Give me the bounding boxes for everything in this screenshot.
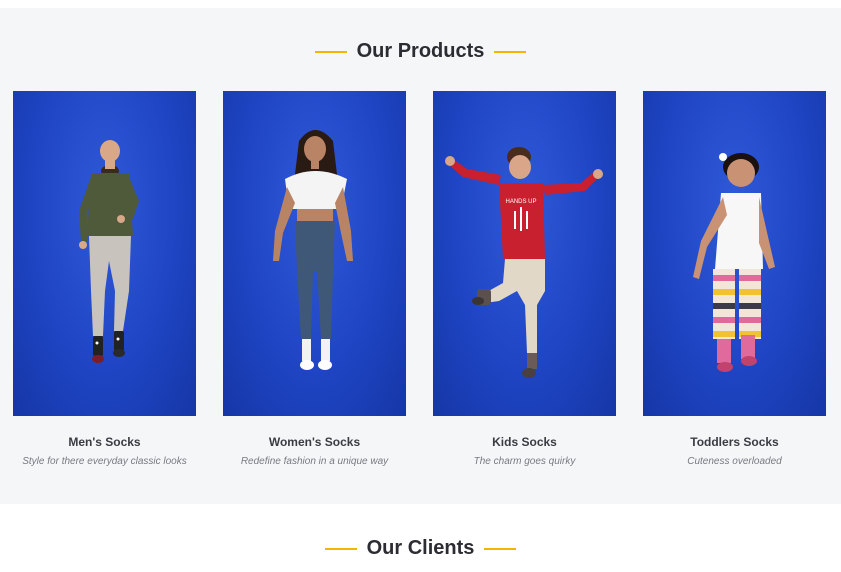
product-tagline-kids: The charm goes quirky — [473, 456, 576, 467]
products-section: Our Products Men's Socks Style for there… — [0, 8, 841, 504]
heading-accent-line-right — [494, 50, 527, 53]
product-card-womens[interactable]: Women's Socks Redefine fashion in a uniq… — [223, 91, 406, 467]
kid-jumping-figure: HANDS UP — [445, 147, 603, 378]
product-name-kids[interactable]: Kids Socks — [433, 435, 616, 449]
toddler-jumping-figure — [693, 153, 775, 372]
heading-accent-line-left — [324, 547, 357, 550]
products-heading: Our Products — [0, 40, 841, 63]
product-image-womens[interactable] — [223, 91, 406, 416]
clients-heading: Our Clients — [0, 537, 841, 560]
heading-accent-line-left — [314, 50, 347, 53]
clients-heading-text: Our Clients — [366, 537, 475, 559]
product-image-toddlers[interactable] — [643, 91, 826, 416]
product-tagline-toddlers: Cuteness overloaded — [687, 456, 782, 467]
striped-tights — [713, 269, 761, 339]
product-name-toddlers[interactable]: Toddlers Socks — [643, 435, 826, 449]
heading-accent-line-right — [484, 547, 517, 550]
product-card-toddlers[interactable]: Toddlers Socks Cuteness overloaded — [643, 91, 826, 467]
product-image-mens[interactable] — [13, 91, 196, 416]
product-card-mens[interactable]: Men's Socks Style for there everyday cla… — [13, 91, 196, 467]
woman-jumping-figure — [273, 130, 353, 370]
product-image-kids[interactable]: HANDS UP — [433, 91, 616, 416]
product-tagline-mens: Style for there everyday classic looks — [22, 456, 187, 467]
product-tagline-womens: Redefine fashion in a unique way — [240, 456, 389, 467]
man-jumping-figure — [79, 140, 139, 363]
product-name-mens[interactable]: Men's Socks — [13, 435, 196, 449]
product-card-kids[interactable]: HANDS UP Kids Socks The charm goes quirk… — [433, 91, 616, 467]
products-heading-text: Our Products — [356, 40, 485, 62]
product-name-womens[interactable]: Women's Socks — [223, 435, 406, 449]
svg-text:HANDS UP: HANDS UP — [505, 199, 536, 205]
